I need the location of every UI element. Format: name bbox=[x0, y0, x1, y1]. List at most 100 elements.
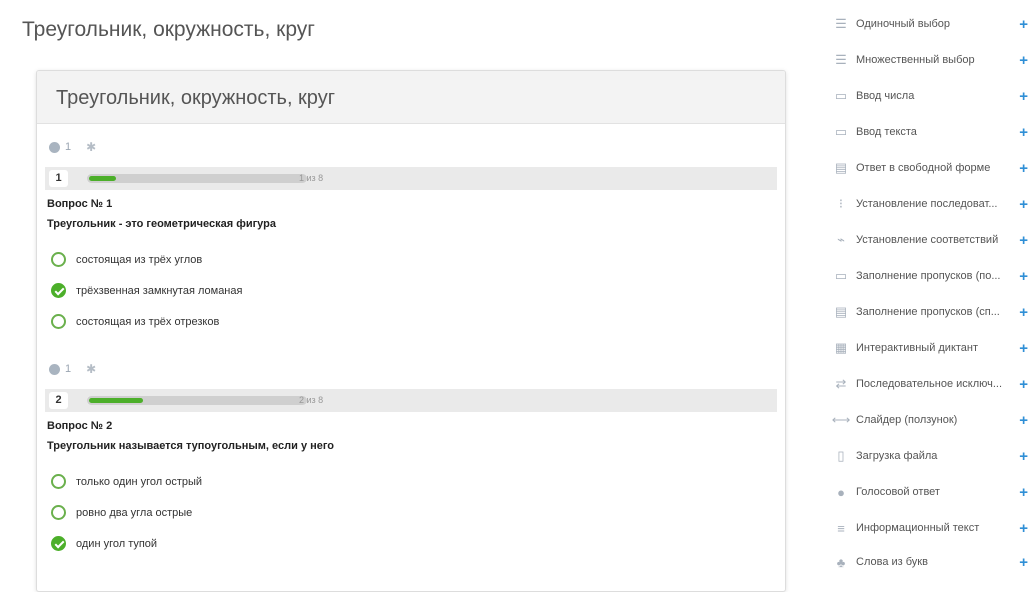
card-title: Треугольник, окружность, круг bbox=[37, 71, 785, 124]
sidebar-item-label: Установление последоват... bbox=[856, 198, 998, 210]
radio-button[interactable] bbox=[51, 474, 66, 489]
answer-option[interactable]: состоящая из трёх отрезков bbox=[45, 306, 777, 337]
fill-gaps-list-icon: ▤ bbox=[834, 304, 848, 319]
page-title: Треугольник, окружность, круг bbox=[22, 18, 315, 41]
add-icon[interactable]: + bbox=[1014, 196, 1028, 213]
sidebar-item-label: Установление соответствий bbox=[856, 234, 999, 246]
progress-bar-fill bbox=[89, 398, 143, 403]
add-icon[interactable]: + bbox=[1014, 124, 1028, 141]
sidebar-item-multiple-choice[interactable]: ☰ Множественный выбор + bbox=[832, 42, 1030, 78]
answer-options: только один угол острый ровно два угла о… bbox=[45, 466, 777, 559]
question-block: 1 ✱ 2 2 из 8 Вопрос № 2 Треугольник назы… bbox=[45, 361, 777, 559]
question-meta: 1 ✱ bbox=[45, 361, 777, 377]
sidebar-item-label: Слайдер (ползунок) bbox=[856, 414, 958, 426]
sidebar-item-matching[interactable]: ⌁ Установление соответствий + bbox=[832, 222, 1030, 258]
add-icon[interactable]: + bbox=[1014, 16, 1028, 33]
question-title: Вопрос № 2 bbox=[47, 420, 113, 432]
question-text: Треугольник называется тупоугольным, есл… bbox=[47, 440, 335, 452]
add-icon[interactable]: + bbox=[1014, 88, 1028, 105]
required-icon[interactable]: ✱ bbox=[86, 362, 96, 376]
sidebar-item-label: Информационный текст bbox=[856, 522, 980, 534]
fill-gaps-icon: ▭ bbox=[834, 268, 848, 283]
add-icon[interactable]: + bbox=[1014, 232, 1028, 249]
add-icon[interactable]: + bbox=[1014, 554, 1028, 571]
radio-button[interactable] bbox=[51, 252, 66, 267]
add-icon[interactable]: + bbox=[1014, 304, 1028, 321]
test-card: Треугольник, окружность, круг 1 ✱ 1 1 из… bbox=[36, 70, 786, 592]
sidebar-item-slider[interactable]: ⟷ Слайдер (ползунок) + bbox=[832, 402, 1030, 438]
add-icon[interactable]: + bbox=[1014, 340, 1028, 357]
answer-option[interactable]: только один угол острый bbox=[45, 466, 777, 497]
sidebar-item-label: Заполнение пропусков (по... bbox=[856, 270, 1001, 282]
answer-label: только один угол острый bbox=[76, 475, 203, 488]
answer-option[interactable]: состоящая из трёх углов bbox=[45, 244, 777, 275]
score-icon bbox=[49, 141, 60, 153]
answer-option[interactable]: один угол тупой bbox=[45, 528, 777, 559]
sidebar-item-label: Последовательное исключ... bbox=[856, 378, 1003, 390]
add-icon[interactable]: + bbox=[1014, 484, 1028, 501]
answer-label: один угол тупой bbox=[76, 537, 158, 550]
question-meta: 1 ✱ bbox=[45, 139, 777, 155]
sidebar-item-info-text[interactable]: ≡ Информационный текст + bbox=[832, 510, 1030, 546]
question-text: Треугольник - это геометрическая фигура bbox=[47, 218, 276, 230]
sidebar-item-voice-answer[interactable]: ● Голосовой ответ + bbox=[832, 474, 1030, 510]
sidebar-item-single-choice[interactable]: ☰ Одиночный выбор + bbox=[832, 6, 1030, 42]
sidebar-item-label: Загрузка файла bbox=[856, 450, 938, 462]
sidebar-item-number-input[interactable]: ▭ Ввод числа + bbox=[832, 78, 1030, 114]
question-type-sidebar: ☰ Одиночный выбор + ☰ Множественный выбо… bbox=[820, 0, 1030, 571]
score-count: 1 bbox=[65, 141, 72, 153]
add-icon[interactable]: + bbox=[1014, 376, 1028, 393]
sidebar-item-text-input[interactable]: ▭ Ввод текста + bbox=[832, 114, 1030, 150]
add-icon[interactable]: + bbox=[1014, 412, 1028, 429]
answer-option[interactable]: ровно два угла острые bbox=[45, 497, 777, 528]
radio-button[interactable] bbox=[51, 536, 66, 551]
progress-row: 1 1 из 8 bbox=[45, 167, 777, 190]
add-icon[interactable]: + bbox=[1014, 448, 1028, 465]
sidebar-item-free-form[interactable]: ▤ Ответ в свободной форме + bbox=[832, 150, 1030, 186]
sidebar-item-file-upload[interactable]: ▯ Загрузка файла + bbox=[832, 438, 1030, 474]
progress-text: 2 из 8 bbox=[299, 395, 324, 405]
file-upload-icon: ▯ bbox=[837, 448, 845, 463]
radio-button[interactable] bbox=[51, 314, 66, 329]
sidebar-item-label: Слова из букв bbox=[856, 556, 928, 568]
answer-label: трёхзвенная замкнутая ломаная bbox=[76, 284, 243, 297]
add-icon[interactable]: + bbox=[1014, 268, 1028, 285]
sidebar-item-sequential-exclusion[interactable]: ⇄ Последовательное исключ... + bbox=[832, 366, 1030, 402]
sidebar-item-words-from-letters[interactable]: ♣ Слова из букв + bbox=[832, 544, 1030, 580]
sidebar-item-sequence[interactable]: ⁝ Установление последоват... + bbox=[832, 186, 1030, 222]
sidebar-item-label: Заполнение пропусков (сп... bbox=[856, 306, 1000, 318]
sidebar-item-label: Ввод числа bbox=[856, 90, 915, 102]
multiple-choice-icon: ☰ bbox=[835, 52, 847, 67]
add-icon[interactable]: + bbox=[1014, 160, 1028, 177]
question-title: Вопрос № 1 bbox=[47, 198, 113, 210]
sidebar-item-dictation[interactable]: ▦ Интерактивный диктант + bbox=[832, 330, 1030, 366]
radio-button[interactable] bbox=[51, 505, 66, 520]
info-text-icon: ≡ bbox=[837, 520, 845, 536]
answer-option[interactable]: трёхзвенная замкнутая ломаная bbox=[45, 275, 777, 306]
microphone-icon: ● bbox=[837, 484, 845, 500]
single-choice-icon: ☰ bbox=[835, 16, 847, 31]
question-number: 2 bbox=[49, 392, 68, 409]
number-input-icon: ▭ bbox=[834, 88, 848, 103]
dictation-icon: ▦ bbox=[834, 340, 848, 355]
score-count: 1 bbox=[65, 363, 72, 375]
text-input-icon: ▭ bbox=[834, 124, 848, 139]
sequence-icon: ⁝ bbox=[838, 196, 844, 211]
sidebar-item-fill-gaps[interactable]: ▭ Заполнение пропусков (по... + bbox=[832, 258, 1030, 294]
sidebar-item-label: Интерактивный диктант bbox=[856, 342, 979, 354]
add-icon[interactable]: + bbox=[1014, 52, 1028, 69]
free-form-icon: ▤ bbox=[834, 160, 848, 175]
add-icon[interactable]: + bbox=[1014, 520, 1028, 537]
sidebar-item-label: Ввод текста bbox=[856, 126, 917, 138]
radio-button[interactable] bbox=[51, 283, 66, 298]
answer-options: состоящая из трёх углов трёхзвенная замк… bbox=[45, 244, 777, 337]
required-icon[interactable]: ✱ bbox=[86, 140, 96, 154]
sequential-exclusion-icon: ⇄ bbox=[835, 376, 847, 391]
answer-label: состоящая из трёх отрезков bbox=[76, 315, 220, 328]
answer-label: состоящая из трёх углов bbox=[76, 253, 203, 266]
sidebar-item-fill-gaps-list[interactable]: ▤ Заполнение пропусков (сп... + bbox=[832, 294, 1030, 330]
slider-icon: ⟷ bbox=[831, 412, 851, 427]
progress-bar bbox=[87, 174, 307, 183]
words-from-letters-icon: ♣ bbox=[836, 554, 846, 570]
matching-icon: ⌁ bbox=[837, 232, 845, 247]
